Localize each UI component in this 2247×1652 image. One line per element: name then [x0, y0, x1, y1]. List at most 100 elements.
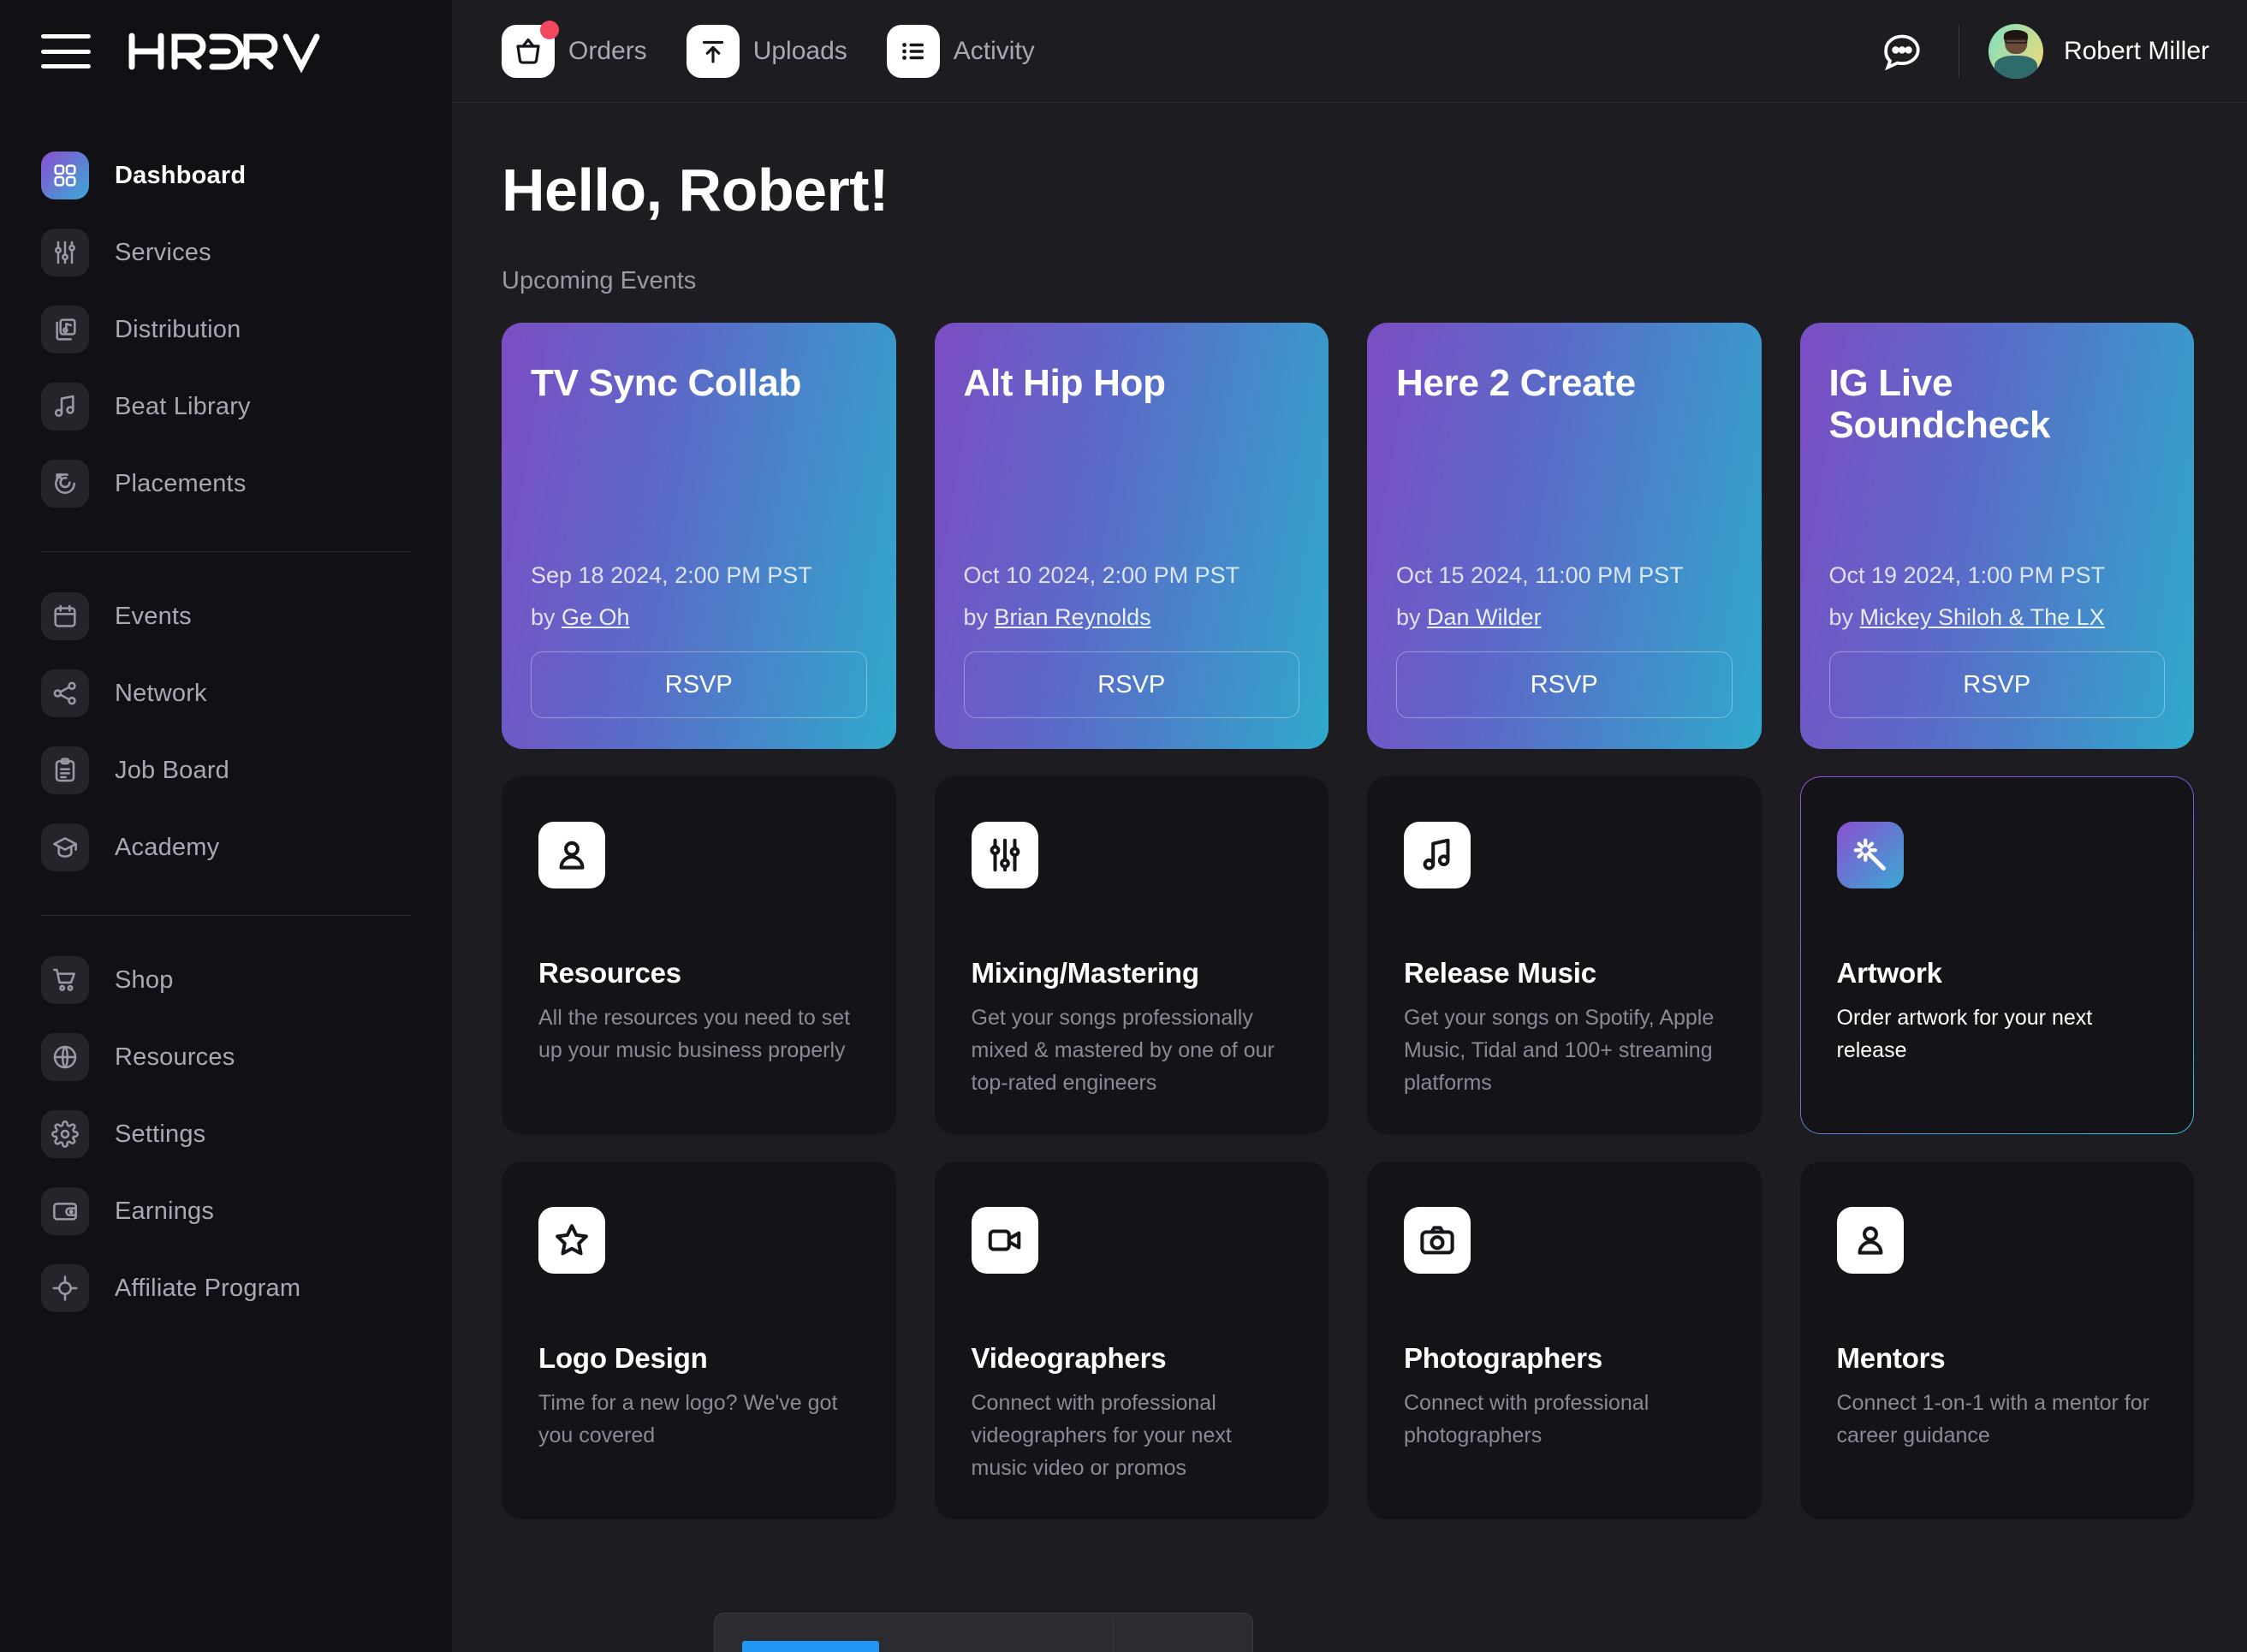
service-title: Mixing/Mastering [971, 957, 1200, 989]
dashboard-content: Hello, Robert! Upcoming Events TV Sync C… [452, 103, 2247, 1519]
event-card[interactable]: IG Live Soundcheck Oct 19 2024, 1:00 PM … [1799, 323, 2194, 749]
service-title: Logo Design [538, 1342, 708, 1374]
header-nav-activity[interactable]: Activity [886, 24, 1035, 78]
sidebar-item-distribution[interactable]: Distribution [0, 291, 452, 368]
service-card-release-music[interactable]: Release Music Get your songs on Spotify,… [1367, 776, 1762, 1134]
service-card-artwork[interactable]: Artwork Order artwork for your next rele… [1800, 776, 2195, 1134]
avatar-body [1994, 55, 2037, 79]
rsvp-button[interactable]: RSVP [1828, 651, 2165, 718]
sidebar-item-label: Beat Library [115, 392, 251, 420]
event-card[interactable]: TV Sync Collab Sep 18 2024, 2:00 PM PST … [502, 323, 896, 749]
service-card-resources[interactable]: Resources All the resources you need to … [502, 776, 896, 1134]
service-card-logo-design[interactable]: Logo Design Time for a new logo? We've g… [502, 1162, 896, 1519]
sidebar-item-affiliate-program[interactable]: Affiliate Program [0, 1250, 452, 1327]
event-card[interactable]: Alt Hip Hop Oct 10 2024, 2:00 PM PST by … [934, 323, 1329, 749]
service-title: Photographers [1404, 1342, 1603, 1374]
service-title: Mentors [1836, 1342, 1946, 1374]
service-title: Videographers [971, 1342, 1167, 1374]
event-meta: Oct 10 2024, 2:00 PM PST by Brian Reynol… [963, 562, 1299, 718]
sliders-icon [971, 822, 1038, 888]
by-prefix: by [1396, 604, 1428, 630]
services-grid-row-1: Resources All the resources you need to … [502, 776, 2194, 1134]
header-nav-label: Activity [953, 36, 1035, 65]
sidebar-item-dashboard[interactable]: Dashboard [0, 137, 452, 214]
event-host-link[interactable]: Mickey Shiloh & The LX [1860, 604, 2105, 630]
sidebar-item-label: Services [115, 238, 211, 266]
sidebar-item-label: Academy [115, 833, 220, 861]
top-header: Orders Uploads Activity Robert Miller [452, 0, 2247, 103]
sidebar-item-events[interactable]: Events [0, 578, 452, 655]
sidebar-item-label: Job Board [115, 756, 229, 784]
sidebar-item-earnings[interactable]: Earnings [0, 1173, 452, 1250]
music-note-icon [41, 383, 89, 431]
service-card-photographers[interactable]: Photographers Connect with professional … [1367, 1162, 1762, 1519]
service-title: Resources [538, 957, 681, 989]
header-nav-uploads[interactable]: Uploads [686, 24, 847, 78]
bottom-toolbar[interactable] [714, 1613, 1253, 1652]
event-card[interactable]: Here 2 Create Oct 15 2024, 11:00 PM PST … [1367, 323, 1762, 749]
sidebar-divider [41, 915, 411, 916]
camera-icon [1404, 1207, 1471, 1274]
sidebar-item-shop[interactable]: Shop [0, 942, 452, 1019]
shopping-cart-icon [41, 956, 89, 1004]
event-host-link[interactable]: Brian Reynolds [995, 604, 1151, 630]
sidebar-nav: Dashboard Services Distribution Beat Lib… [0, 103, 452, 1327]
service-description: Get your songs on Spotify, Apple Music, … [1404, 1006, 1715, 1095]
service-description: Connect 1-on-1 with a mentor for career … [1836, 1391, 2149, 1447]
services-grid-row-2: Logo Design Time for a new logo? We've g… [502, 1162, 2194, 1519]
app-logo[interactable] [127, 29, 332, 74]
album-music-icon [41, 306, 89, 354]
sidebar-item-settings[interactable]: Settings [0, 1096, 452, 1173]
event-date: Sep 18 2024, 2:00 PM PST [531, 562, 812, 588]
star-icon [538, 1207, 605, 1274]
video-camera-icon [971, 1207, 1038, 1274]
clipboard-icon [41, 746, 89, 794]
header-nav-label: Orders [568, 36, 647, 65]
sidebar-item-resources[interactable]: Resources [0, 1019, 452, 1096]
sidebar-item-services[interactable]: Services [0, 214, 452, 291]
rsvp-button[interactable]: RSVP [531, 651, 867, 718]
orders-basket-icon [502, 20, 559, 78]
sidebar-item-label: Placements [115, 469, 247, 497]
share-nodes-icon [41, 669, 89, 717]
avatar[interactable] [1988, 23, 2043, 79]
upload-icon [686, 24, 740, 78]
chat-bubble-icon[interactable] [1875, 24, 1929, 79]
event-meta: Oct 19 2024, 1:00 PM PST by Mickey Shilo… [1828, 562, 2165, 718]
sidebar-item-label: Shop [115, 966, 174, 994]
event-title: TV Sync Collab [531, 362, 802, 404]
crosshair-icon [41, 1264, 89, 1312]
person-card-icon [1836, 1207, 1904, 1274]
graduation-cap-icon [41, 823, 89, 871]
sidebar: Dashboard Services Distribution Beat Lib… [0, 0, 452, 1652]
service-card-mentors[interactable]: Mentors Connect 1-on-1 with a mentor for… [1799, 1162, 2194, 1519]
event-host-link[interactable]: Ge Oh [562, 604, 630, 630]
hamburger-menu-icon[interactable] [41, 34, 91, 68]
event-date: Oct 15 2024, 11:00 PM PST [1396, 562, 1684, 588]
sidebar-item-job-board[interactable]: Job Board [0, 732, 452, 809]
toolbar-active-chip[interactable] [742, 1641, 879, 1652]
header-nav-orders[interactable]: Orders [502, 20, 647, 78]
notification-badge [540, 20, 559, 39]
sidebar-divider [41, 551, 411, 552]
sidebar-item-placements[interactable]: Placements [0, 445, 452, 522]
rsvp-button[interactable]: RSVP [1396, 651, 1733, 718]
service-description: Connect with professional videographers … [971, 1391, 1232, 1480]
event-date: Oct 19 2024, 1:00 PM PST [1828, 562, 2106, 588]
sidebar-item-academy[interactable]: Academy [0, 809, 452, 886]
rsvp-button[interactable]: RSVP [963, 651, 1299, 718]
sidebar-item-beat-library[interactable]: Beat Library [0, 368, 452, 445]
page-title: Hello, Robert! [502, 157, 889, 223]
event-meta: Oct 15 2024, 11:00 PM PST by Dan Wilder … [1396, 562, 1733, 718]
user-name[interactable]: Robert Miller [2064, 37, 2209, 66]
event-host-link[interactable]: Dan Wilder [1427, 604, 1542, 630]
header-nav-label: Uploads [752, 36, 847, 65]
sidebar-item-label: Settings [115, 1120, 206, 1148]
avatar-glasses [2004, 38, 2028, 45]
service-card-videographers[interactable]: Videographers Connect with professional … [934, 1162, 1329, 1519]
sidebar-item-label: Network [115, 679, 207, 707]
sidebar-item-network[interactable]: Network [0, 655, 452, 732]
sliders-icon [41, 229, 89, 276]
service-card-mixing-mastering[interactable]: Mixing/Mastering Get your songs professi… [934, 776, 1329, 1134]
service-description: Get your songs professionally mixed & ma… [971, 1006, 1275, 1095]
